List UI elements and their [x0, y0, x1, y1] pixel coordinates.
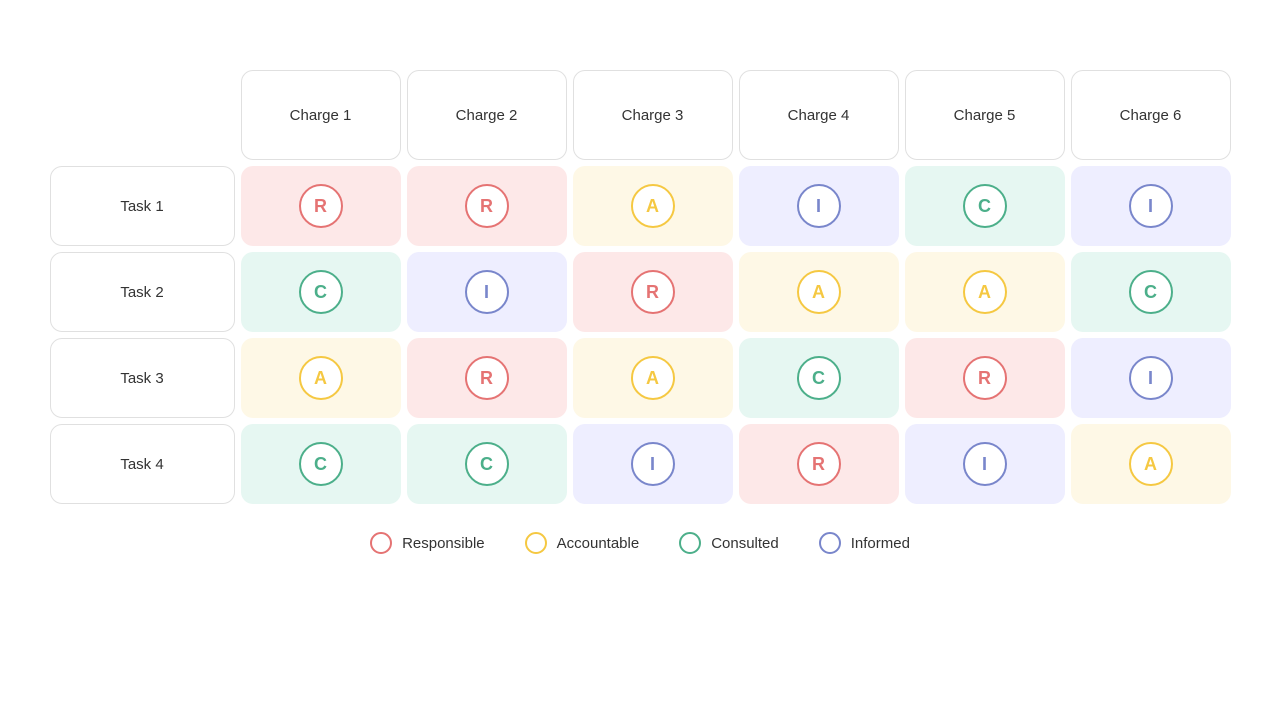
header-empty: [50, 70, 235, 160]
legend-circle-I: [819, 532, 841, 554]
cell-row4-col4: R: [739, 424, 899, 504]
cell-row4-col5: I: [905, 424, 1065, 504]
cell-row1-col6: I: [1071, 166, 1231, 246]
cell-row4-col1: C: [241, 424, 401, 504]
cell-row3-col4: C: [739, 338, 899, 418]
task-4: Task 4: [50, 424, 235, 504]
header-col-2: Charge 2: [407, 70, 567, 160]
legend-item-I: Informed: [819, 532, 910, 554]
raci-circle-R: R: [631, 270, 675, 314]
cell-row3-col2: R: [407, 338, 567, 418]
raci-circle-C: C: [299, 270, 343, 314]
task-1: Task 1: [50, 166, 235, 246]
cell-row1-col4: I: [739, 166, 899, 246]
cell-row2-col6: C: [1071, 252, 1231, 332]
raci-circle-A: A: [631, 356, 675, 400]
cell-row3-col3: A: [573, 338, 733, 418]
header-col-3: Charge 3: [573, 70, 733, 160]
legend-label-I: Informed: [851, 535, 910, 552]
task-2: Task 2: [50, 252, 235, 332]
legend-label-A: Accountable: [557, 535, 640, 552]
cell-row2-col5: A: [905, 252, 1065, 332]
raci-circle-C: C: [797, 356, 841, 400]
cell-row2-col3: R: [573, 252, 733, 332]
raci-circle-R: R: [797, 442, 841, 486]
legend-item-C: Consulted: [679, 532, 779, 554]
raci-circle-R: R: [299, 184, 343, 228]
legend-label-C: Consulted: [711, 535, 779, 552]
cell-row4-col2: C: [407, 424, 567, 504]
legend-circle-A: [525, 532, 547, 554]
raci-circle-I: I: [1129, 184, 1173, 228]
cell-row2-col2: I: [407, 252, 567, 332]
task-3: Task 3: [50, 338, 235, 418]
header-col-5: Charge 5: [905, 70, 1065, 160]
raci-circle-I: I: [797, 184, 841, 228]
raci-circle-I: I: [963, 442, 1007, 486]
cell-row4-col6: A: [1071, 424, 1231, 504]
legend-label-R: Responsible: [402, 535, 485, 552]
matrix-container: Charge 1Charge 2Charge 3Charge 4Charge 5…: [10, 70, 1271, 504]
raci-circle-A: A: [797, 270, 841, 314]
header-col-6: Charge 6: [1071, 70, 1231, 160]
raci-circle-C: C: [963, 184, 1007, 228]
legend-circle-R: [370, 532, 392, 554]
raci-circle-R: R: [963, 356, 1007, 400]
raci-circle-A: A: [1129, 442, 1173, 486]
raci-circle-I: I: [631, 442, 675, 486]
cell-row1-col3: A: [573, 166, 733, 246]
raci-circle-C: C: [1129, 270, 1173, 314]
raci-circle-C: C: [299, 442, 343, 486]
cell-row1-col5: C: [905, 166, 1065, 246]
cell-row1-col2: R: [407, 166, 567, 246]
cell-row1-col1: R: [241, 166, 401, 246]
raci-circle-R: R: [465, 184, 509, 228]
raci-circle-A: A: [299, 356, 343, 400]
header-col-4: Charge 4: [739, 70, 899, 160]
raci-circle-A: A: [963, 270, 1007, 314]
cell-row4-col3: I: [573, 424, 733, 504]
raci-circle-I: I: [1129, 356, 1173, 400]
raci-circle-A: A: [631, 184, 675, 228]
legend-item-R: Responsible: [370, 532, 485, 554]
cell-row3-col5: R: [905, 338, 1065, 418]
legend-circle-C: [679, 532, 701, 554]
legend: Responsible Accountable Consulted Informed: [370, 532, 910, 554]
cell-row3-col6: I: [1071, 338, 1231, 418]
cell-row3-col1: A: [241, 338, 401, 418]
legend-item-A: Accountable: [525, 532, 640, 554]
raci-circle-I: I: [465, 270, 509, 314]
header-col-1: Charge 1: [241, 70, 401, 160]
cell-row2-col4: A: [739, 252, 899, 332]
raci-circle-C: C: [465, 442, 509, 486]
cell-row2-col1: C: [241, 252, 401, 332]
raci-circle-R: R: [465, 356, 509, 400]
